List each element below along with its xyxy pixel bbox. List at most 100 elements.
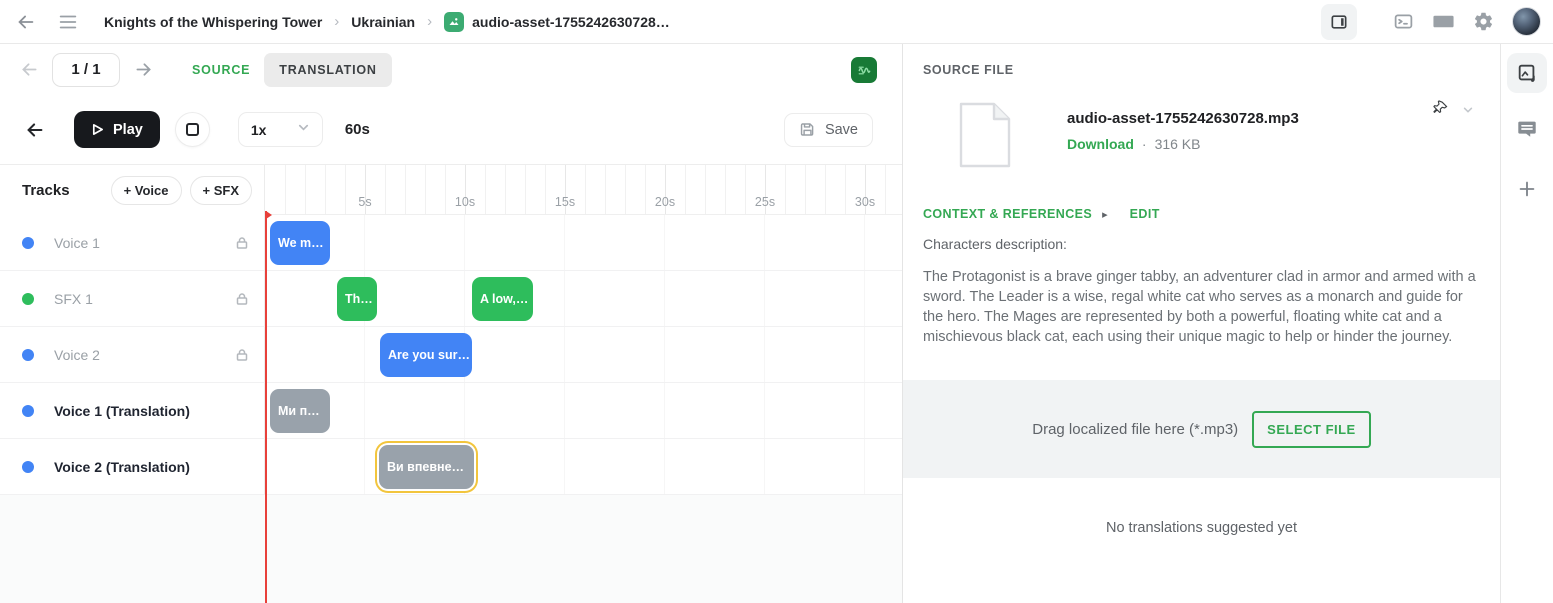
ruler-gridline bbox=[305, 165, 306, 214]
track-name: SFX 1 bbox=[54, 291, 93, 307]
ruler-gridline bbox=[345, 165, 346, 214]
source-file-panel: SOURCE FILE audio-asset-1755242630728.mp… bbox=[903, 44, 1500, 603]
terminal-icon[interactable] bbox=[1393, 11, 1414, 32]
panel-toggle-icon[interactable] bbox=[1321, 4, 1357, 40]
audio-clip[interactable]: Ми п… bbox=[270, 389, 330, 433]
audio-clip[interactable]: Th… bbox=[337, 277, 377, 321]
breadcrumb-language[interactable]: Ukrainian bbox=[351, 14, 415, 30]
separator-dot: · bbox=[1142, 136, 1147, 152]
timeline-region: Tracks + Voice + SFX 5s10s15s20s25s30s V… bbox=[0, 165, 902, 603]
track-row: Voice 2 Are you sur… bbox=[0, 327, 902, 383]
ruler-gridline bbox=[785, 165, 786, 214]
save-button[interactable]: Save bbox=[784, 113, 873, 147]
ruler-gridline bbox=[825, 165, 826, 214]
comments-tab-icon[interactable] bbox=[1507, 109, 1547, 149]
track-name: Voice 2 (Translation) bbox=[54, 459, 190, 475]
track-label[interactable]: Voice 2 (Translation) bbox=[0, 439, 265, 495]
chevron-down-icon bbox=[297, 121, 310, 139]
tracks-title: Tracks bbox=[22, 182, 70, 199]
file-size: 316 KB bbox=[1155, 136, 1201, 152]
play-button[interactable]: Play bbox=[74, 111, 160, 148]
track-color-dot bbox=[22, 461, 34, 473]
audio-clip[interactable]: We m… bbox=[270, 221, 330, 265]
timeline-ruler[interactable]: 5s10s15s20s25s30s bbox=[265, 165, 902, 215]
tracks-header: Tracks + Voice + SFX bbox=[0, 165, 265, 215]
track-rows: Voice 1We m… SFX 1 Th… A low,… Voice 2 Are yo… bbox=[0, 215, 902, 495]
edit-context-link[interactable]: EDIT bbox=[1130, 207, 1160, 221]
transport-bar: Play 1x 60s Save bbox=[0, 95, 902, 165]
track-color-dot bbox=[22, 405, 34, 417]
chevron-right-icon: › bbox=[334, 13, 339, 30]
add-sfx-button[interactable]: + SFX bbox=[190, 176, 253, 205]
localization-app-icon[interactable] bbox=[851, 57, 877, 83]
editor-header: 1 / 1 SOURCE TRANSLATION bbox=[0, 44, 902, 95]
download-link[interactable]: Download bbox=[1067, 136, 1134, 152]
ruler-gridline bbox=[645, 165, 646, 214]
dropzone-hint: Drag localized file here (*.mp3) bbox=[1032, 421, 1238, 438]
ruler-gridline bbox=[445, 165, 446, 214]
ruler-gridline bbox=[505, 165, 506, 214]
track-color-dot bbox=[22, 349, 34, 361]
ruler-gridline bbox=[705, 165, 706, 214]
stop-icon bbox=[186, 123, 199, 136]
pin-icon[interactable] bbox=[1432, 99, 1450, 117]
track-color-dot bbox=[22, 293, 34, 305]
track-row: Voice 2 (Translation) Ви впевне… bbox=[0, 439, 902, 495]
track-label[interactable]: SFX 1 bbox=[0, 271, 265, 327]
ruler-gridline bbox=[525, 165, 526, 214]
ruler-gridline bbox=[745, 165, 746, 214]
media-file-tab-icon[interactable] bbox=[1507, 53, 1547, 93]
track-row: Voice 1We m… bbox=[0, 215, 902, 271]
chevron-down-icon[interactable] bbox=[1462, 104, 1474, 116]
page-indicator[interactable]: 1 / 1 bbox=[52, 53, 120, 87]
total-duration-label: 60s bbox=[345, 121, 370, 138]
ruler-gridline bbox=[285, 165, 286, 214]
ruler-gridline bbox=[425, 165, 426, 214]
no-translations-message: No translations suggested yet bbox=[903, 520, 1500, 536]
ruler-tick-label: 10s bbox=[450, 195, 480, 209]
hamburger-menu-icon[interactable] bbox=[54, 8, 82, 36]
breadcrumb: Knights of the Whispering Tower › Ukrain… bbox=[104, 12, 670, 32]
lock-icon[interactable] bbox=[234, 291, 250, 307]
add-panel-icon[interactable] bbox=[1507, 169, 1547, 209]
ruler-gridline bbox=[685, 165, 686, 214]
tab-source[interactable]: SOURCE bbox=[192, 63, 250, 77]
previous-page-icon[interactable] bbox=[16, 57, 42, 83]
back-icon[interactable] bbox=[12, 8, 40, 36]
ruler-gridline bbox=[625, 165, 626, 214]
right-toolbar-rail bbox=[1500, 44, 1553, 603]
track-label[interactable]: Voice 2 bbox=[0, 327, 265, 383]
breadcrumb-project[interactable]: Knights of the Whispering Tower bbox=[104, 14, 322, 30]
settings-gear-icon[interactable] bbox=[1473, 11, 1494, 32]
source-file-row: audio-asset-1755242630728.mp3 Download ·… bbox=[958, 101, 1500, 174]
track-label[interactable]: Voice 1 bbox=[0, 215, 265, 271]
breadcrumb-asset[interactable]: audio-asset-1755242630728… bbox=[444, 12, 670, 32]
editor-pane: 1 / 1 SOURCE TRANSLATION Play 1x bbox=[0, 44, 903, 603]
tab-translation[interactable]: TRANSLATION bbox=[264, 53, 391, 87]
lock-icon[interactable] bbox=[234, 347, 250, 363]
ruler-gridline bbox=[405, 165, 406, 214]
stop-button[interactable] bbox=[175, 112, 210, 147]
user-avatar[interactable] bbox=[1512, 7, 1541, 36]
audio-clip[interactable]: A low,… bbox=[472, 277, 533, 321]
add-voice-button[interactable]: + Voice bbox=[111, 176, 182, 205]
track-row: SFX 1 Th… A low,… bbox=[0, 271, 902, 327]
localized-file-dropzone[interactable]: Drag localized file here (*.mp3) SELECT … bbox=[903, 380, 1500, 478]
keyboard-icon[interactable] bbox=[1432, 10, 1455, 33]
save-icon bbox=[799, 121, 816, 138]
audio-clip[interactable]: Are you sur… bbox=[380, 333, 472, 377]
rewind-to-start-icon[interactable] bbox=[22, 117, 48, 143]
playback-speed-select[interactable]: 1x bbox=[238, 112, 323, 147]
track-color-dot bbox=[22, 237, 34, 249]
ruler-gridline bbox=[805, 165, 806, 214]
ruler-gridline bbox=[885, 165, 886, 214]
playhead[interactable] bbox=[265, 211, 267, 603]
ruler-gridline bbox=[845, 165, 846, 214]
track-label[interactable]: Voice 1 (Translation) bbox=[0, 383, 265, 439]
audio-clip[interactable]: Ви впевне… bbox=[379, 445, 474, 489]
next-page-icon[interactable] bbox=[130, 57, 156, 83]
context-references-link[interactable]: CONTEXT & REFERENCES bbox=[923, 207, 1092, 221]
breadcrumb-asset-label: audio-asset-1755242630728… bbox=[472, 14, 670, 30]
lock-icon[interactable] bbox=[234, 235, 250, 251]
select-file-button[interactable]: SELECT FILE bbox=[1252, 411, 1371, 448]
